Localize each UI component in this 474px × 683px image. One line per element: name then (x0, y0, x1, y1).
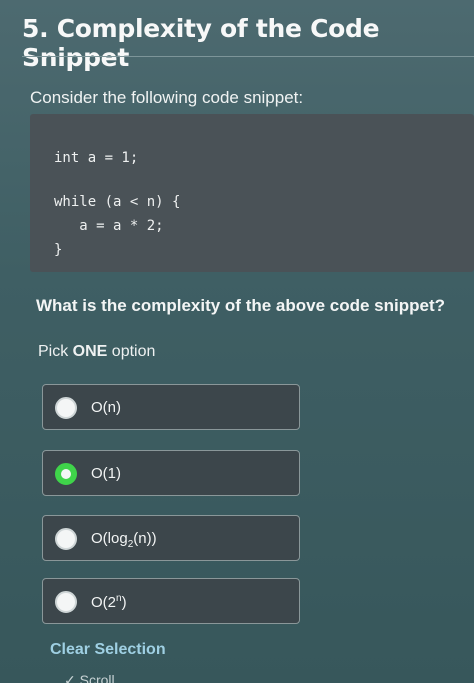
option-label-base: O(log (91, 530, 128, 547)
option-label: O(2n) (91, 593, 127, 611)
title-divider (22, 56, 474, 57)
code-line: while (a < n) { (54, 194, 181, 210)
code-line: a = a * 2; (54, 218, 164, 234)
option-o-2-pow-n[interactable]: O(2n) (42, 578, 300, 624)
pick-instructions: Pick ONE option (38, 343, 155, 361)
radio-button[interactable] (55, 397, 77, 419)
pick-emph: ONE (72, 343, 108, 360)
radio-button[interactable] (55, 528, 77, 550)
radio-button-selected[interactable] (55, 463, 77, 485)
question-text: What is the complexity of the above code… (36, 296, 446, 315)
option-label: O(1) (91, 465, 121, 482)
option-label-base: O(2 (91, 594, 117, 611)
option-label-end: (n)) (133, 530, 157, 547)
page-title: 5. Complexity of the Code Snippet (22, 14, 380, 72)
code-line: } (54, 242, 63, 258)
clear-selection-link[interactable]: Clear Selection (50, 641, 166, 659)
code-block: int a = 1; while (a < n) { a = a * 2; } (30, 114, 474, 272)
option-label-end: ) (121, 594, 127, 611)
code-line: int a = 1; (54, 150, 139, 166)
partial-footer-text: ✓ Scroll (64, 672, 115, 683)
pick-pre: Pick (38, 343, 73, 360)
option-o-log2-n[interactable]: O(log2(n)) (42, 515, 300, 561)
option-o-1[interactable]: O(1) (42, 450, 300, 496)
option-label: O(n) (91, 399, 121, 416)
option-label: O(log2(n)) (91, 530, 157, 550)
code-prompt: Consider the following code snippet: (30, 88, 304, 107)
radio-button[interactable] (55, 591, 77, 613)
option-o-n[interactable]: O(n) (42, 384, 300, 430)
pick-post: option (107, 343, 156, 360)
